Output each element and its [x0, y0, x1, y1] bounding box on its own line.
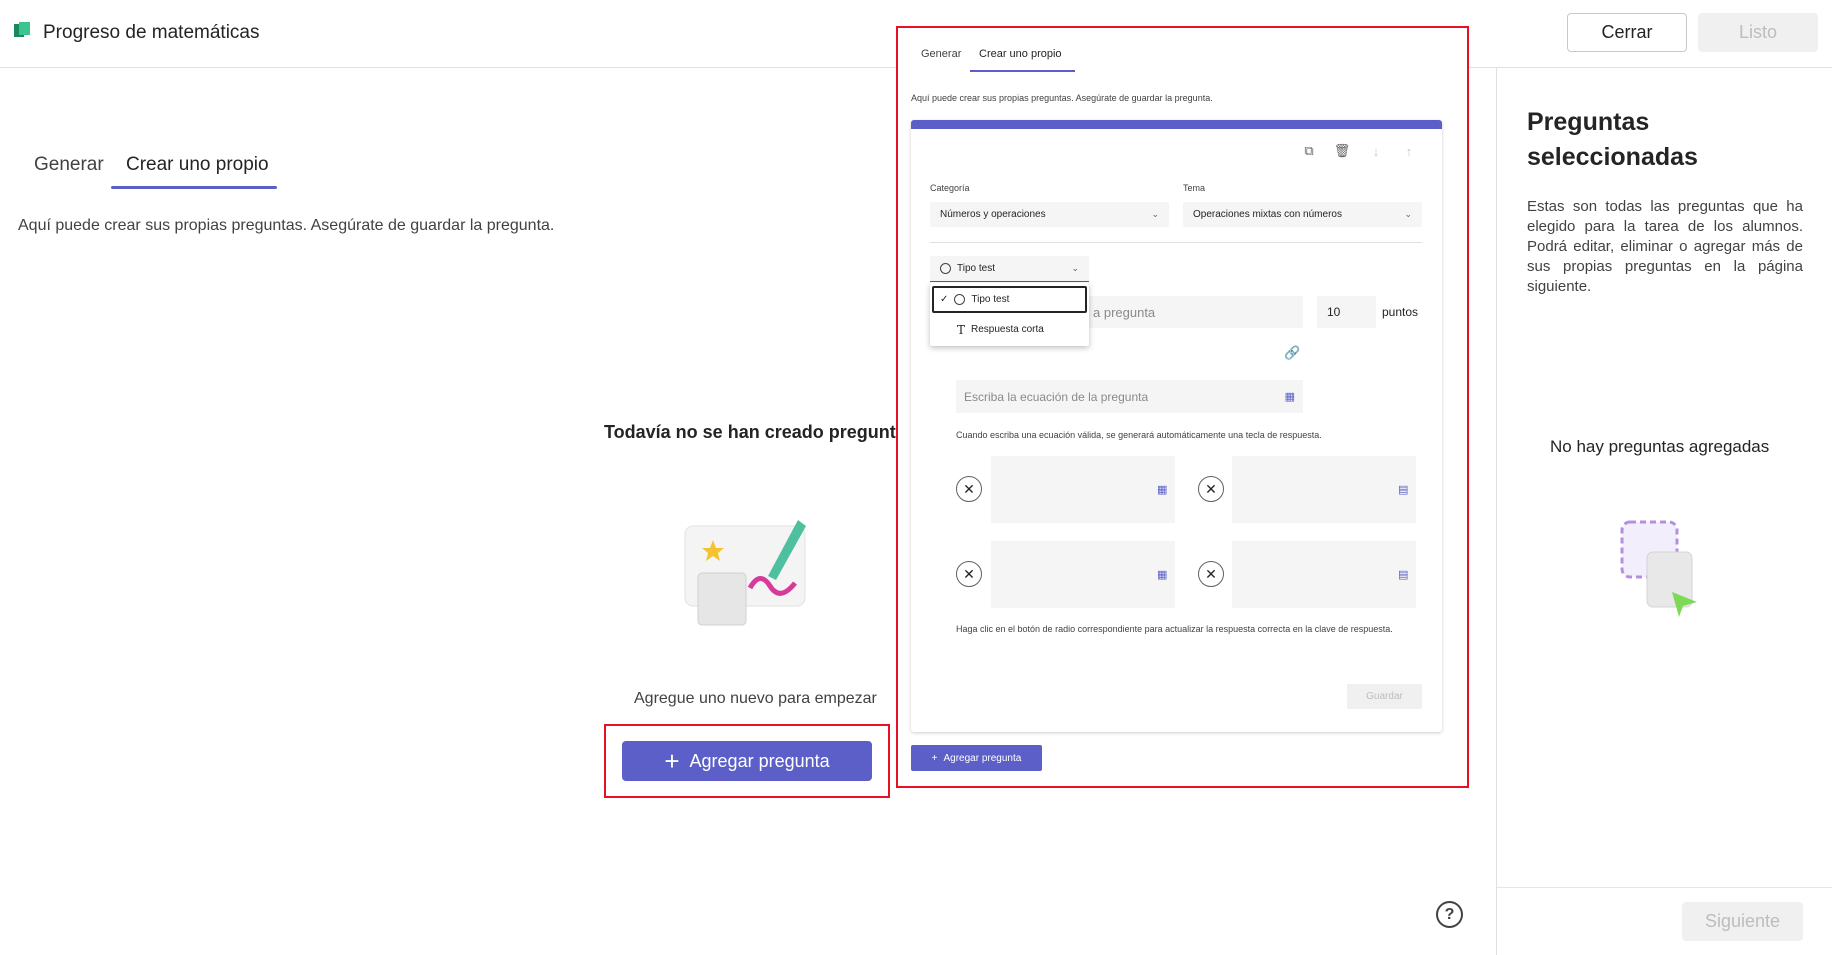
chevron-down-icon: ⌄	[1404, 209, 1412, 219]
no-questions-label: No hay preguntas agregadas	[1550, 437, 1770, 456]
question-type-select[interactable]: Tipo test ⌄	[930, 256, 1089, 282]
add-question-label: Agregar pregunta	[689, 750, 830, 771]
math-keyboard-icon[interactable]: ▦	[1285, 390, 1295, 403]
text-icon: T	[957, 322, 966, 337]
delete-icon[interactable]: 🗑	[1333, 142, 1351, 160]
menu-item-label: Respuesta corta	[971, 324, 1044, 335]
overlay-tab-create-own[interactable]: Crear uno propio	[979, 48, 1062, 60]
overlay-tab-indicator	[970, 70, 1075, 72]
equation-hint: Cuando escriba una ecuación válida, se g…	[956, 430, 1322, 440]
save-button[interactable]: Guardar	[1347, 684, 1422, 709]
help-icon[interactable]: ?	[1436, 901, 1463, 928]
right-panel-divider	[1496, 68, 1497, 955]
tab-create-own[interactable]: Crear uno propio	[126, 154, 269, 176]
overlay-intro-text: Aquí puede crear sus propias preguntas. …	[911, 93, 1213, 103]
answer-input-4[interactable]	[1232, 541, 1416, 608]
plus-icon: +	[931, 752, 938, 764]
attachment-icon[interactable]: 🔗	[1284, 345, 1300, 361]
menu-item-short-answer[interactable]: T Respuesta corta	[932, 316, 1087, 343]
done-button[interactable]: Listo	[1698, 13, 1818, 52]
app-logo-icon	[14, 22, 30, 37]
topic-label: Tema	[1183, 183, 1206, 193]
checkmark-icon: ✓	[940, 294, 949, 305]
card-divider	[930, 242, 1422, 243]
math-keyboard-icon[interactable]: ▤	[1398, 568, 1408, 581]
category-select[interactable]: Números y operaciones ⌄	[930, 202, 1169, 227]
answer-input-3[interactable]	[991, 541, 1175, 608]
math-keyboard-icon[interactable]: ▦	[1157, 568, 1167, 581]
chevron-down-icon: ⌄	[1151, 209, 1159, 219]
duplicate-icon[interactable]: ⧉	[1300, 142, 1318, 160]
chevron-down-icon: ⌄	[1071, 263, 1079, 273]
tab-generate[interactable]: Generar	[34, 154, 104, 176]
intro-text: Aquí puede crear sus propias preguntas. …	[18, 217, 555, 234]
math-keyboard-icon[interactable]: ▦	[1157, 483, 1167, 496]
question-card-accent	[911, 120, 1442, 129]
selected-questions-title: Preguntas seleccionadas	[1527, 108, 1698, 171]
overlay-add-question-button[interactable]: + Agregar pregunta	[911, 745, 1042, 771]
empty-state-title: Todavía no se han creado preguntas	[604, 422, 916, 442]
selected-questions-description: Estas son todas las preguntas que ha ele…	[1527, 198, 1803, 295]
app-title: Progreso de matemáticas	[43, 22, 260, 43]
category-label: Categoría	[930, 183, 970, 193]
next-button[interactable]: Siguiente	[1682, 902, 1803, 941]
points-input[interactable]: 10	[1317, 296, 1376, 328]
radio-icon	[940, 263, 951, 274]
add-question-button[interactable]: + Agregar pregunta	[622, 741, 872, 781]
menu-item-label: Tipo test	[971, 294, 1010, 305]
plus-icon: +	[664, 746, 680, 776]
answer-radio-1[interactable]: ✕	[956, 476, 982, 502]
topic-value: Operaciones mixtas con números	[1193, 209, 1342, 220]
radio-hint: Haga clic en el botón de radio correspon…	[956, 624, 1393, 634]
overlay-add-question-label: Agregar pregunta	[943, 752, 1022, 764]
category-value: Números y operaciones	[940, 209, 1046, 220]
create-questions-illustration	[684, 520, 806, 626]
overlay-tab-generate[interactable]: Generar	[921, 48, 961, 60]
answer-radio-2[interactable]: ✕	[1198, 476, 1224, 502]
footer-divider	[1497, 887, 1832, 888]
move-down-icon[interactable]: ↓	[1367, 142, 1385, 160]
equation-placeholder: Escriba la ecuación de la pregunta	[964, 389, 1149, 404]
radio-icon	[954, 294, 966, 305]
empty-state-subtitle: Agregue uno nuevo para empezar	[634, 690, 877, 707]
close-button[interactable]: Cerrar	[1567, 13, 1687, 52]
topic-select[interactable]: Operaciones mixtas con números ⌄	[1183, 202, 1422, 227]
no-questions-illustration	[1620, 520, 1697, 617]
equation-input[interactable]: Escriba la ecuación de la pregunta ▦	[956, 380, 1303, 413]
answer-input-1[interactable]	[991, 456, 1175, 523]
menu-item-multiple-choice[interactable]: ✓ Tipo test	[932, 286, 1087, 313]
math-keyboard-icon[interactable]: ▤	[1398, 483, 1408, 496]
answer-input-2[interactable]	[1232, 456, 1416, 523]
answer-radio-4[interactable]: ✕	[1198, 561, 1224, 587]
question-input[interactable]: a pregunta	[1085, 296, 1303, 328]
points-label: puntos	[1382, 305, 1419, 319]
question-type-value: Tipo test	[957, 263, 995, 274]
move-up-icon[interactable]: ↑	[1400, 142, 1418, 160]
answer-radio-3[interactable]: ✕	[956, 561, 982, 587]
tab-active-indicator	[111, 186, 277, 189]
